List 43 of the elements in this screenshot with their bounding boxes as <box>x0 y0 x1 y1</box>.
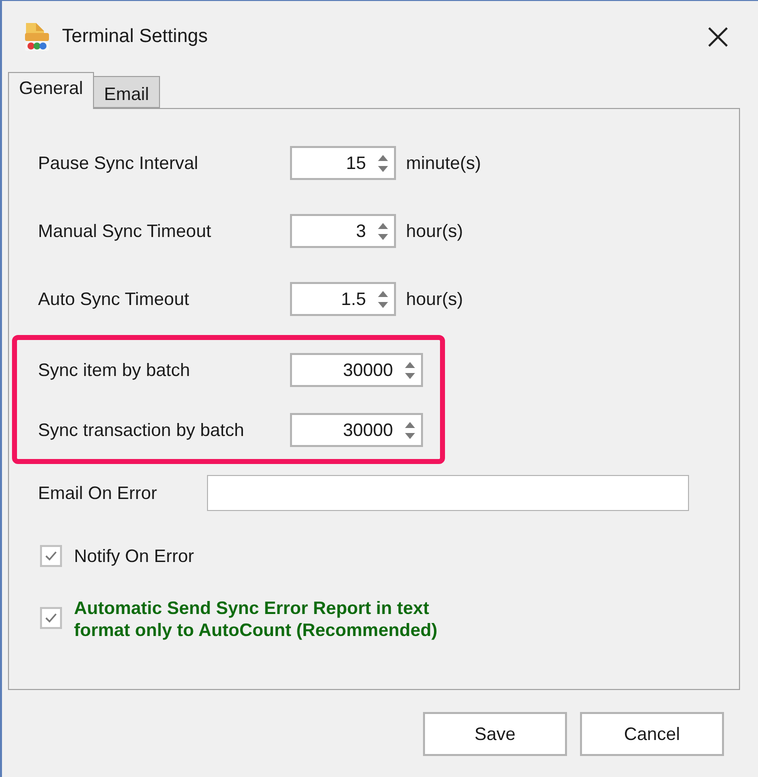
number-spinner[interactable]: 1.5 <box>290 282 396 316</box>
close-icon <box>708 26 728 46</box>
down-arrow-icon[interactable] <box>378 234 388 240</box>
down-arrow-icon[interactable] <box>405 432 415 438</box>
number-spinner[interactable]: 15 <box>290 146 396 180</box>
spinner-value: 1.5 <box>340 288 367 310</box>
down-arrow-icon[interactable] <box>378 302 388 308</box>
tab[interactable]: Email <box>94 76 160 108</box>
setting-label: Auto Sync Timeout <box>38 288 190 310</box>
setting-label: Sync item by batch <box>38 360 192 380</box>
up-arrow-icon[interactable] <box>378 154 388 160</box>
down-arrow-icon[interactable] <box>405 372 415 378</box>
number-spinner[interactable]: 3 <box>290 214 396 248</box>
app-icon <box>22 20 52 52</box>
down-arrow-icon[interactable] <box>378 166 388 172</box>
save-button[interactable]: Save <box>423 712 567 756</box>
email-field[interactable] <box>207 475 690 511</box>
unit-label: hour(s) <box>406 288 464 310</box>
checkbox[interactable] <box>40 545 62 567</box>
setting-label: Sync transaction by batch <box>38 420 246 440</box>
spinner-value: 3 <box>354 220 367 242</box>
number-spinner[interactable]: 30000 <box>290 413 423 447</box>
up-arrow-icon[interactable] <box>405 422 415 428</box>
setting-label: Manual Sync Timeout <box>38 220 212 242</box>
checkbox-label: Notify On Error <box>74 546 194 566</box>
unit-label: minute(s) <box>406 152 482 174</box>
spinner-value: 15 <box>344 152 367 174</box>
checkbox[interactable] <box>40 607 62 629</box>
checkbox-label: Automatic Send Sync Error Report in text format only to AutoCount (Recommended) <box>74 597 438 641</box>
number-spinner[interactable]: 30000 <box>290 353 423 387</box>
spinner-value: 30000 <box>342 420 394 440</box>
check-icon <box>44 612 58 624</box>
email-label: Email On Error <box>38 482 158 504</box>
check-icon <box>44 550 58 562</box>
up-arrow-icon[interactable] <box>378 222 388 228</box>
tab[interactable]: General <box>8 72 94 109</box>
up-arrow-icon[interactable] <box>378 290 388 296</box>
spinner-value: 30000 <box>342 360 394 380</box>
unit-label: hour(s) <box>406 220 464 242</box>
setting-label: Pause Sync Interval <box>38 152 200 174</box>
window-title: Terminal Settings <box>62 26 209 48</box>
up-arrow-icon[interactable] <box>405 362 415 368</box>
cancel-button[interactable]: Cancel <box>580 712 724 756</box>
